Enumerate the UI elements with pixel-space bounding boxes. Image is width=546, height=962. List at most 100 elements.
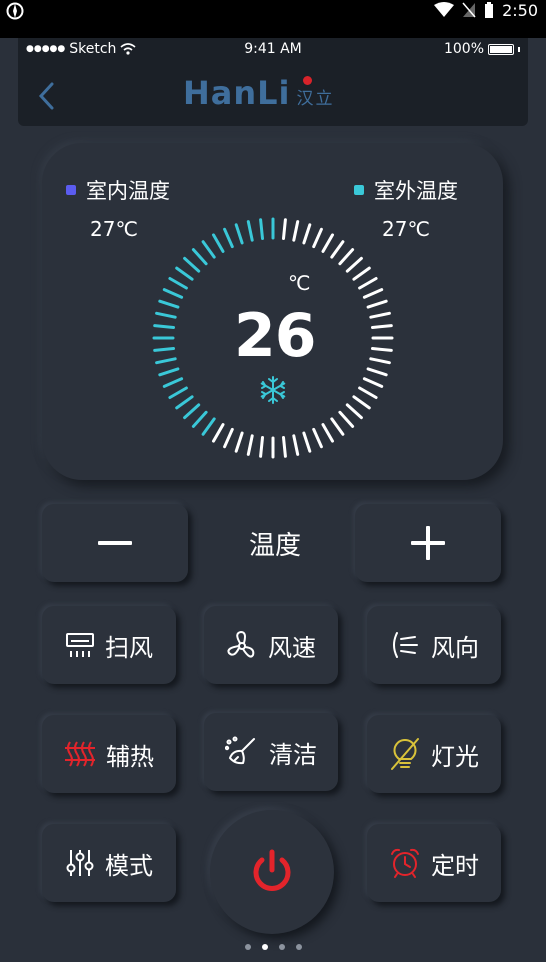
alarm-clock-icon: [391, 848, 419, 878]
clean-button[interactable]: 清洁: [204, 713, 338, 791]
indoor-temperature: 27℃: [90, 217, 138, 241]
outdoor-label: 室外温度: [374, 179, 458, 203]
dial-tick: [366, 299, 388, 309]
outdoor-marker: [354, 185, 364, 195]
dial-tick: [259, 436, 264, 458]
dial-tick: [282, 436, 287, 458]
page-indicator[interactable]: [0, 944, 546, 950]
app-notification-icon: [6, 2, 24, 20]
power-button[interactable]: [210, 810, 334, 934]
dial-tick: [183, 403, 201, 420]
dial-tick: [369, 311, 391, 319]
dial-tick: [302, 431, 312, 453]
dial-tick: [338, 248, 355, 266]
direction-button[interactable]: 风向: [367, 606, 501, 684]
swing-icon: [66, 633, 94, 657]
battery-icon: [488, 43, 514, 55]
fan-icon: [227, 630, 255, 658]
logo-text-en: HanLi: [183, 74, 291, 112]
dial-tick: [155, 357, 177, 365]
dial-tick: [292, 434, 300, 456]
power-icon: [253, 849, 291, 891]
dial-tick: [223, 227, 234, 249]
light-label: 灯光: [431, 742, 479, 771]
dial-tick: [345, 403, 363, 420]
dial-tick: [352, 395, 371, 410]
dial-tick: [223, 427, 234, 449]
dial-tick: [330, 417, 345, 436]
ios-status-bar: ●●●●● Sketch 9:41 AM 100%: [18, 38, 528, 62]
aux-heat-button[interactable]: 辅热: [42, 715, 176, 793]
air-direction-icon: [393, 632, 418, 658]
dial-tick: [371, 324, 393, 329]
clean-label: 清洁: [269, 740, 317, 769]
dial-tick: [158, 299, 180, 309]
dial-tick: [345, 256, 363, 273]
dial-tick: [153, 347, 175, 352]
indoor-label: 室内温度: [86, 179, 170, 203]
page-dot[interactable]: [244, 944, 251, 950]
set-temperature-unit: ℃: [288, 271, 311, 295]
dial-tick: [162, 288, 184, 299]
aux-heat-label: 辅热: [106, 742, 154, 771]
swing-label: 扫风: [105, 633, 153, 662]
dial-tick: [183, 256, 201, 273]
ios-battery: 100%: [444, 41, 520, 57]
direction-label: 风向: [431, 633, 479, 662]
dial-tick: [201, 417, 216, 436]
dial-tick: [362, 377, 384, 388]
wifi-icon: [434, 2, 455, 17]
mode-button[interactable]: 模式: [42, 824, 176, 902]
sliders-icon: [66, 850, 94, 876]
dial-tick: [158, 367, 180, 377]
dial-tick: [234, 223, 244, 245]
dial-tick: [168, 277, 188, 290]
dial-tick: [162, 377, 184, 388]
swing-button[interactable]: 扫风: [42, 606, 176, 684]
dial-tick: [352, 266, 371, 281]
dial-tick: [321, 233, 334, 253]
battery-percent: 100%: [443, 41, 484, 57]
dial-tick: [330, 240, 345, 259]
page-dot[interactable]: [278, 944, 285, 950]
dial-tick: [292, 220, 300, 242]
dial-tick: [246, 434, 254, 456]
fan-speed-label: 风速: [268, 633, 316, 662]
dial-tick: [191, 410, 208, 428]
snowflake-icon: [260, 376, 286, 404]
android-status-bar: 2:50: [0, 0, 546, 38]
dial-tick: [175, 395, 194, 410]
dial-tick: [153, 324, 175, 329]
app-header: ●●●●● Sketch 9:41 AM 100% HanLi 汉立: [18, 38, 528, 126]
dial-tick: [201, 240, 216, 259]
dial-tick: [168, 386, 188, 399]
heater-icon: [65, 741, 95, 767]
dial-tick: [312, 227, 323, 249]
temperature-up-button[interactable]: [355, 504, 501, 582]
dial-tick: [338, 410, 355, 428]
dial-tick: [246, 220, 254, 242]
dial-tick: [212, 233, 225, 253]
dial-tick: [282, 218, 287, 240]
dial-tick: [366, 367, 388, 377]
dial-tick: [312, 427, 323, 449]
no-signal-icon: [462, 2, 476, 18]
fan-speed-button[interactable]: 风速: [204, 606, 338, 684]
set-temperature-value: 26: [234, 301, 317, 371]
back-chevron-icon[interactable]: [36, 80, 58, 112]
clean-brush-icon: [225, 736, 255, 765]
indoor-marker: [66, 185, 76, 195]
page-dot[interactable]: [261, 944, 268, 950]
logo-text-cn: 汉立: [296, 89, 335, 109]
android-clock: 2:50: [502, 0, 538, 20]
outdoor-legend: 室外温度: [354, 175, 458, 205]
dial-tick: [234, 431, 244, 453]
dial-tick: [362, 288, 384, 299]
dial-tick: [191, 248, 208, 266]
light-button[interactable]: 灯光: [367, 715, 501, 793]
timer-button[interactable]: 定时: [367, 824, 501, 902]
page-dot[interactable]: [295, 944, 302, 950]
temperature-down-button[interactable]: [42, 504, 188, 582]
indoor-legend: 室内温度: [66, 175, 170, 205]
dial-tick: [155, 311, 177, 319]
